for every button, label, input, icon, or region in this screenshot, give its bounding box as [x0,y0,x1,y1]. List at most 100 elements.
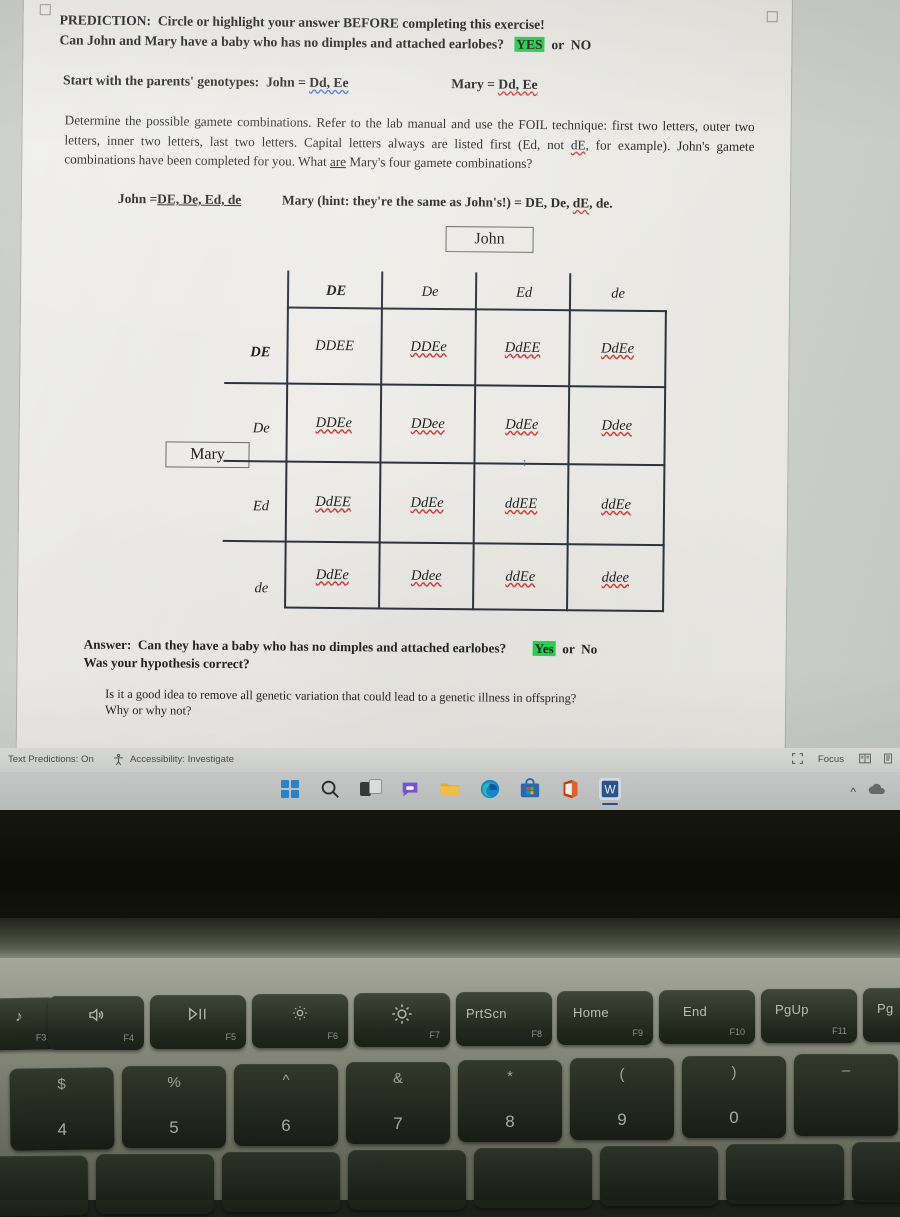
svg-text:W: W [604,783,616,797]
punnett-cell-2-2: ddEE [504,495,538,512]
key-f5-label: F5 [225,1032,236,1042]
genotypes-lead: Start with the parents' genotypes: [63,72,260,90]
punnett-row-header-1: De [252,420,270,437]
key-0[interactable]: ) 0 [682,1056,786,1138]
key-7[interactable]: & 7 [346,1062,450,1144]
key-bottom-row[interactable] [726,1144,844,1204]
key-bottom-row[interactable] [348,1150,466,1210]
task-view-button[interactable] [359,778,382,800]
instructions-de: dE [570,136,586,152]
punnett-cell-1-0: DDEe [315,414,353,431]
punnett-row-header-2: Ed [252,498,270,515]
punnett-cell-1-2: DdEe [505,416,539,433]
punnett-cell-2-1: DdEe [410,494,444,511]
john-gametes-value: DE, De, Ed, de [157,191,242,208]
key-f10-end[interactable]: End F10 [659,990,755,1044]
key-f10-main-label: End [683,1004,708,1019]
key-f6-label: F6 [327,1031,338,1041]
answer-yes-highlight[interactable]: Yes [532,640,556,657]
key-f7-label: F7 [429,1030,440,1040]
brightness-down-icon [252,1004,348,1026]
key-f9-label: F9 [632,1028,643,1038]
key-9[interactable]: ( 9 [570,1058,674,1140]
office-button[interactable] [559,778,581,800]
status-text-predictions[interactable]: Text Predictions: On [8,754,94,765]
mary-gametes-suffix: , de. [589,195,613,211]
punnett-col-header-2: Ed [515,284,533,301]
key-bottom-row[interactable] [222,1152,340,1212]
key-f8-printscreen[interactable]: PrtScn F8 [456,992,552,1046]
prediction-or: or [551,37,565,53]
key-5[interactable]: % 5 [122,1066,226,1148]
laptop-screen: PREDICTION: Circle or highlight your ans… [0,0,900,812]
edge-button[interactable] [479,778,501,800]
word-button[interactable]: W [599,778,621,805]
search-icon [321,780,339,798]
key-bottom-row[interactable] [852,1142,900,1202]
read-mode-icon[interactable] [858,752,872,768]
answer-no[interactable]: No [581,641,597,656]
windows-logo-icon [291,780,299,788]
prediction-no[interactable]: NO [571,37,592,52]
punnett-cell-0-1: DDEe [410,338,447,355]
taskbar-icon-group: W [279,778,621,805]
key-f4-label: F4 [123,1033,134,1043]
prediction-yes-highlight[interactable]: YES [514,36,545,53]
chevron-up-icon[interactable]: ^ [850,785,856,799]
status-accessibility[interactable]: Accessibility: Investigate [130,754,234,765]
key-5-label: 5 [169,1118,179,1137]
table-resize-handle[interactable]: ↕ [519,457,529,469]
prediction-question: Can John and Mary have a baby who has no… [59,32,505,52]
key-minus[interactable]: – [794,1054,898,1136]
key-0-label: 0 [729,1108,739,1127]
key-4[interactable]: $ 4 [9,1067,115,1151]
key-f9-main-label: Home [573,1005,609,1020]
key-bottom-row[interactable] [0,1155,89,1217]
start-button[interactable] [279,778,301,800]
punnett-row-header-3: de [254,580,269,597]
key-bottom-row[interactable] [96,1154,214,1214]
cloud-icon[interactable] [868,783,886,801]
john-genotype-label: John = [265,74,306,90]
key-f7-brightness-up[interactable]: F7 [354,993,450,1047]
windows-taskbar: W ^ [0,772,900,810]
key-f12-pgdn[interactable]: Pg [863,988,900,1042]
status-focus[interactable]: Focus [818,754,844,765]
microsoft-store-button[interactable] [519,778,541,800]
key-4-shift-label: $ [57,1075,66,1094]
word-document-page: PREDICTION: Circle or highlight your ans… [16,0,792,766]
key-8[interactable]: * 8 [458,1060,562,1142]
key-f9-home[interactable]: Home F9 [557,991,653,1045]
prediction-text: Circle or highlight your answer BEFORE c… [157,13,545,33]
gametes-row: John =DE, De, Ed, de Mary (hint: they're… [118,189,778,215]
file-explorer-button[interactable] [439,778,461,800]
key-f6-brightness-down[interactable]: F6 [252,994,348,1048]
key-f11-pgup[interactable]: PgUp F11 [761,989,857,1043]
key-f10-label: F10 [729,1027,745,1037]
key-f4-volume[interactable]: F4 [48,996,144,1050]
search-button[interactable] [319,778,341,800]
punnett-col-header-3: de [611,285,625,302]
windows-logo-icon [281,790,289,798]
chat-button[interactable] [399,778,421,800]
folder-icon [440,783,460,796]
chat-bubble-icon [402,782,418,797]
key-bottom-row[interactable] [600,1146,718,1206]
key-f5-play-pause[interactable]: F5 [150,995,246,1049]
key-8-shift-label: * [507,1068,513,1085]
key-bottom-row[interactable] [474,1148,592,1208]
key-4-label: 4 [57,1119,68,1140]
edge-browser-icon [480,779,500,799]
punnett-cell-0-0: DDEE [315,337,354,354]
john-gametes-label: John = [117,190,158,207]
laptop-keyboard-deck: ♪ F3 F4 F5 F6 F7 PrtScn F8 Home F9 End F… [0,958,900,1217]
mary-genotype-label: Mary = [451,76,496,92]
key-f8-main-label: PrtScn [466,1006,507,1021]
office-icon [563,779,578,799]
key-6[interactable]: ^ 6 [234,1064,338,1146]
punnett-cell-0-3: DdEe [600,340,635,357]
punnett-square: John Mary DE De Ed de DE De Ed de DDEE D… [18,222,790,629]
system-tray: ^ [850,783,886,801]
accessibility-person-icon [112,753,126,766]
print-layout-icon[interactable] [882,752,894,768]
